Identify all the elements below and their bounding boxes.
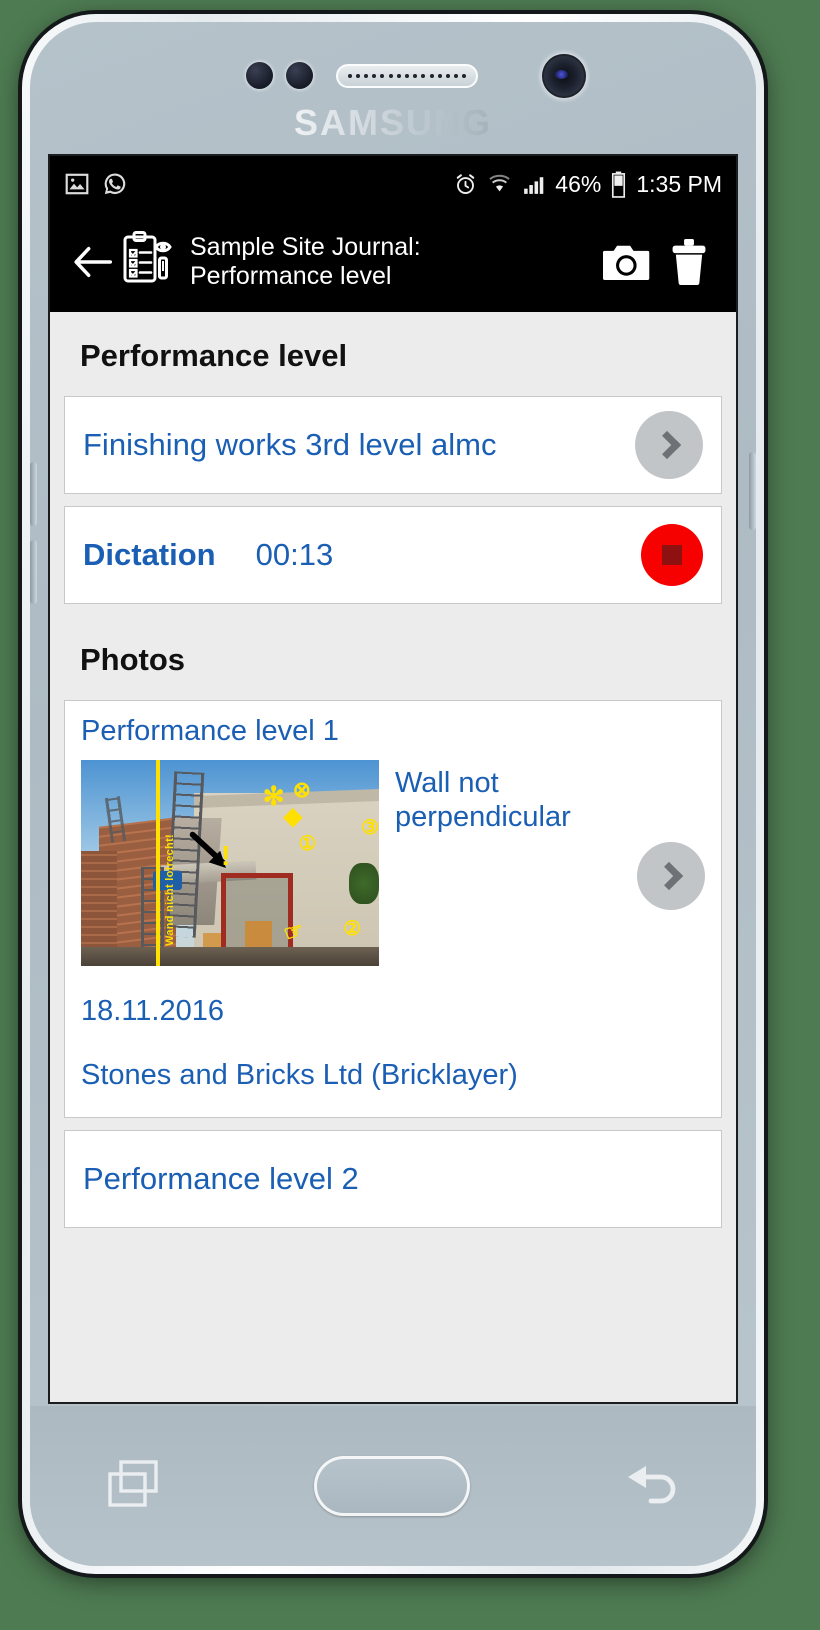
content-area: Performance level Finishing works 3rd le… <box>50 312 736 1402</box>
back-nav-button[interactable] <box>622 1459 680 1514</box>
star-marker: ✻ <box>262 780 285 811</box>
chevron-right-icon <box>654 861 683 891</box>
photo-note: Wall not perpendicular <box>395 767 571 834</box>
status-bar-right-icons: 46% 1:35 PM <box>453 171 722 198</box>
back-button[interactable] <box>66 245 118 279</box>
entry-card-chevron-button[interactable] <box>635 411 703 479</box>
image-icon <box>65 173 89 195</box>
volume-down-button[interactable] <box>30 540 37 604</box>
battery-icon <box>612 171 626 198</box>
back-nav-icon <box>628 1465 676 1503</box>
alarm-icon <box>457 173 475 194</box>
page-title: Performance level <box>80 338 348 373</box>
exclamation-marker: ! <box>221 840 231 872</box>
phone-screen: 46% 1:35 PM Sample Site Journal: Perform… <box>48 154 738 1404</box>
site-journal-icon <box>122 230 178 294</box>
wifi-icon <box>489 174 510 191</box>
chevron-right-icon <box>652 430 681 460</box>
diamond-marker: ◆ <box>283 803 303 831</box>
delete-button[interactable] <box>658 239 720 285</box>
photo-card-chevron-button[interactable] <box>637 842 705 910</box>
front-camera-icon <box>542 54 586 98</box>
entry-card-label: Finishing works 3rd level almc <box>83 427 497 462</box>
home-button[interactable] <box>314 1456 470 1516</box>
recents-icon <box>108 1459 158 1507</box>
photo-title: Performance level 1 <box>81 715 339 747</box>
proximity-sensor-icon <box>246 62 273 89</box>
app-bar-title: Sample Site Journal: Performance level <box>190 233 421 290</box>
stop-record-icon <box>662 545 682 565</box>
volume-up-button[interactable] <box>30 462 37 526</box>
camera-icon <box>603 245 650 280</box>
marker-three: ③ <box>361 816 379 839</box>
camera-button[interactable] <box>596 242 658 282</box>
photo-thumbnail[interactable]: Wand nicht lotrecht! ! ✻ ⊗ ◆ ① ③ ② ☞ <box>81 760 379 966</box>
power-button[interactable] <box>749 452 756 530</box>
earpiece-speaker <box>336 64 478 88</box>
app-bar: Sample Site Journal: Performance level <box>50 212 736 312</box>
battery-percent-label: 46% <box>555 170 602 197</box>
status-bar-left-icons <box>64 171 128 197</box>
dictation-label: Dictation <box>83 537 216 572</box>
marker-one: ① <box>298 833 317 856</box>
back-arrow-icon <box>74 246 112 278</box>
photo-card[interactable]: Performance level 1 Wand nicht lotrecht!… <box>64 700 722 1118</box>
wheel-marker: ⊗ <box>292 776 312 802</box>
dictation-card[interactable]: Dictation 00:13 <box>64 506 722 604</box>
photo-card-2-title: Performance level 2 <box>83 1160 359 1196</box>
light-sensor-icon <box>286 62 313 89</box>
photo-card-2[interactable]: Performance level 2 <box>64 1129 722 1228</box>
entry-card[interactable]: Finishing works 3rd level almc <box>64 396 722 494</box>
phone-body: SAMSUNG 46% 1:35 PM Sample Site Journal:… <box>30 22 756 1566</box>
photo-company: Stones and Bricks Ltd (Bricklayer) <box>81 1059 518 1092</box>
photos-section-title: Photos <box>80 642 186 677</box>
phone-top-bezel: SAMSUNG <box>30 22 756 154</box>
status-bar: 46% 1:35 PM <box>50 156 736 212</box>
photo-date: 18.11.2016 <box>81 995 224 1027</box>
trash-icon <box>672 239 706 285</box>
samsung-logo: SAMSUNG <box>30 102 756 144</box>
dictation-timer: 00:13 <box>255 537 334 572</box>
phone-navigation-bar <box>30 1406 756 1566</box>
photo-overlay-text: Wand nicht lotrecht! <box>164 834 177 947</box>
marker-two: ② <box>343 917 362 940</box>
phone-frame: SAMSUNG 46% 1:35 PM Sample Site Journal:… <box>22 14 764 1574</box>
stop-record-button[interactable] <box>641 524 703 586</box>
clock-label: 1:35 PM <box>636 170 722 197</box>
plumb-line-marker <box>155 760 160 966</box>
recents-button[interactable] <box>106 1458 162 1515</box>
signal-icon <box>524 176 544 194</box>
whatsapp-icon <box>104 173 126 195</box>
